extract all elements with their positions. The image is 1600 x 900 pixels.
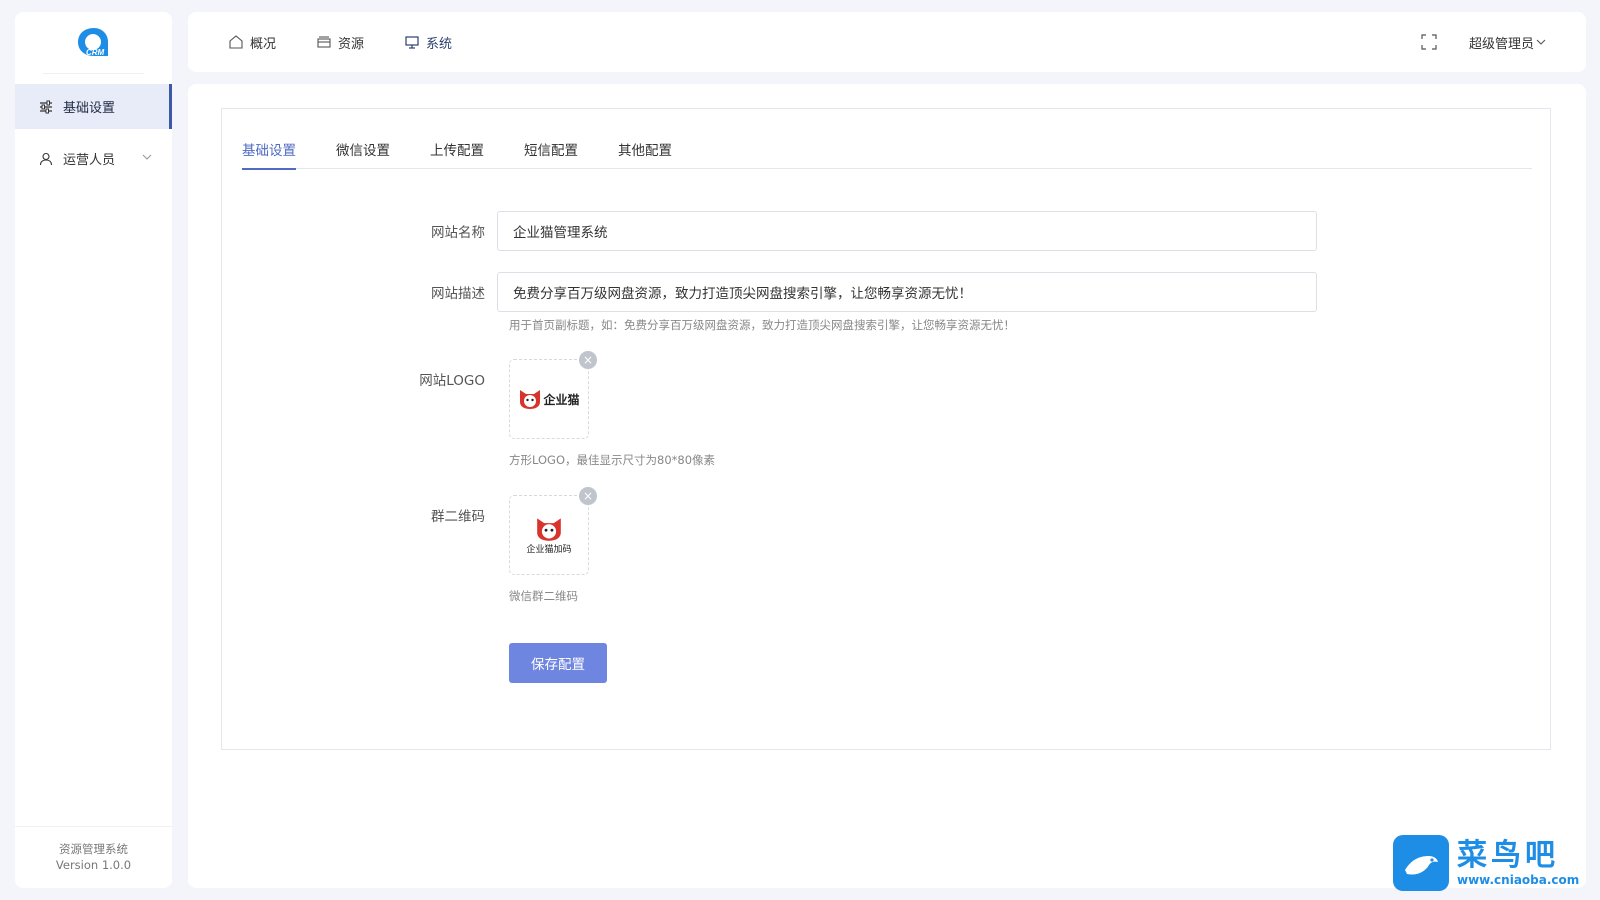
site-desc-label: 网站描述 <box>431 286 485 302</box>
nav-label: 系统 <box>426 36 453 52</box>
qr-upload[interactable]: 企业猫加码 × <box>509 487 597 575</box>
sidebar-item-label: 基础设置 <box>63 101 116 116</box>
site-desc-hint: 用于首页副标题，如：免费分享百万级网盘资源，致力打造顶尖网盘搜索引擎，让您畅享资… <box>509 318 1015 332</box>
cat-face-icon <box>520 390 541 409</box>
remove-logo-icon[interactable]: × <box>579 351 597 369</box>
sliders-icon <box>39 100 57 114</box>
logo-upload[interactable]: 企业猫 × <box>509 351 597 439</box>
sidebar-item-operators[interactable]: 运营人员 <box>15 136 172 181</box>
form-row-qr: 群二维码 <box>222 505 497 525</box>
qr-label: 群二维码 <box>431 509 485 525</box>
settings-tabs: 基础设置 微信设置 上传配置 短信配置 其他配置 <box>242 139 1532 170</box>
svg-text:CRM: CRM <box>86 48 105 57</box>
tab-upload-config[interactable]: 上传配置 <box>430 139 484 169</box>
footer-version: Version 1.0.0 <box>55 858 132 872</box>
sidebar-footer: 资源管理系统 Version 1.0.0 <box>15 826 172 888</box>
tab-basic-settings[interactable]: 基础设置 <box>242 139 296 170</box>
user-name: 超级管理员 <box>1468 36 1534 52</box>
tab-wechat-settings[interactable]: 微信设置 <box>336 139 390 169</box>
home-icon <box>228 34 244 50</box>
bird-icon <box>1393 835 1449 891</box>
main-content: 基础设置 微信设置 上传配置 短信配置 其他配置 网站名称 企业猫管理系统 网站… <box>188 84 1586 888</box>
form-row-site-desc: 网站描述 免费分享百万级网盘资源，致力打造顶尖网盘搜索引擎，让您畅享资源无忧！ <box>222 272 1317 312</box>
logo-image: 企业猫 <box>518 388 580 410</box>
monitor-icon <box>404 34 420 50</box>
remove-qr-icon[interactable]: × <box>579 487 597 505</box>
user-icon <box>39 152 57 166</box>
settings-card: 基础设置 微信设置 上传配置 短信配置 其他配置 网站名称 企业猫管理系统 网站… <box>221 108 1551 750</box>
site-name-label: 网站名称 <box>431 225 485 241</box>
qr-image-text: 企业猫加码 <box>526 544 572 555</box>
nav-system[interactable]: 系统 <box>404 33 452 52</box>
footer-title: 资源管理系统 <box>59 842 128 856</box>
logo-image-text: 企业猫 <box>543 392 580 407</box>
chevron-down-icon <box>142 151 152 166</box>
nav-label: 概况 <box>250 36 277 52</box>
sidebar-item-label: 运营人员 <box>63 153 116 168</box>
tab-sms-config[interactable]: 短信配置 <box>524 139 578 169</box>
fullscreen-icon[interactable] <box>1421 34 1437 50</box>
cat-face-icon <box>537 517 561 541</box>
save-config-button[interactable]: 保存配置 <box>509 643 607 683</box>
nav-overview[interactable]: 概况 <box>228 33 276 52</box>
watermark-cn: 菜鸟吧 <box>1457 838 1559 873</box>
nav-label: 资源 <box>338 36 365 52</box>
logo-hint: 方形LOGO，最佳显示尺寸为80*80像素 <box>509 453 716 467</box>
watermark-url: www.cniaoba.com <box>1457 873 1580 887</box>
logo-label: 网站LOGO <box>419 373 485 389</box>
qr-hint: 微信群二维码 <box>509 589 578 603</box>
app-logo[interactable]: CRM <box>43 12 144 74</box>
site-desc-input[interactable]: 免费分享百万级网盘资源，致力打造顶尖网盘搜索引擎，让您畅享资源无忧！ <box>497 272 1317 312</box>
form-row-site-name: 网站名称 企业猫管理系统 <box>222 211 1317 251</box>
tab-other-config[interactable]: 其他配置 <box>618 139 672 169</box>
watermark: 菜鸟吧 www.cniaoba.com <box>1393 830 1599 896</box>
nav-resources[interactable]: 资源 <box>316 33 364 52</box>
site-name-input[interactable]: 企业猫管理系统 <box>497 211 1317 251</box>
top-navbar: 概况 资源 系统 超级管理员 <box>188 12 1586 72</box>
sidebar: CRM 基础设置 运营人员 资源管理系统 Version 1.0.0 <box>15 12 172 888</box>
crm-logo-icon: CRM <box>77 27 108 57</box>
form-row-logo: 网站LOGO <box>222 369 497 389</box>
sidebar-item-basic-settings[interactable]: 基础设置 <box>15 84 172 129</box>
chevron-down-icon <box>1536 37 1546 47</box>
folder-icon <box>316 34 332 50</box>
user-menu[interactable]: 超级管理员 <box>1469 33 1546 52</box>
qr-image: 企业猫加码 <box>526 516 572 555</box>
